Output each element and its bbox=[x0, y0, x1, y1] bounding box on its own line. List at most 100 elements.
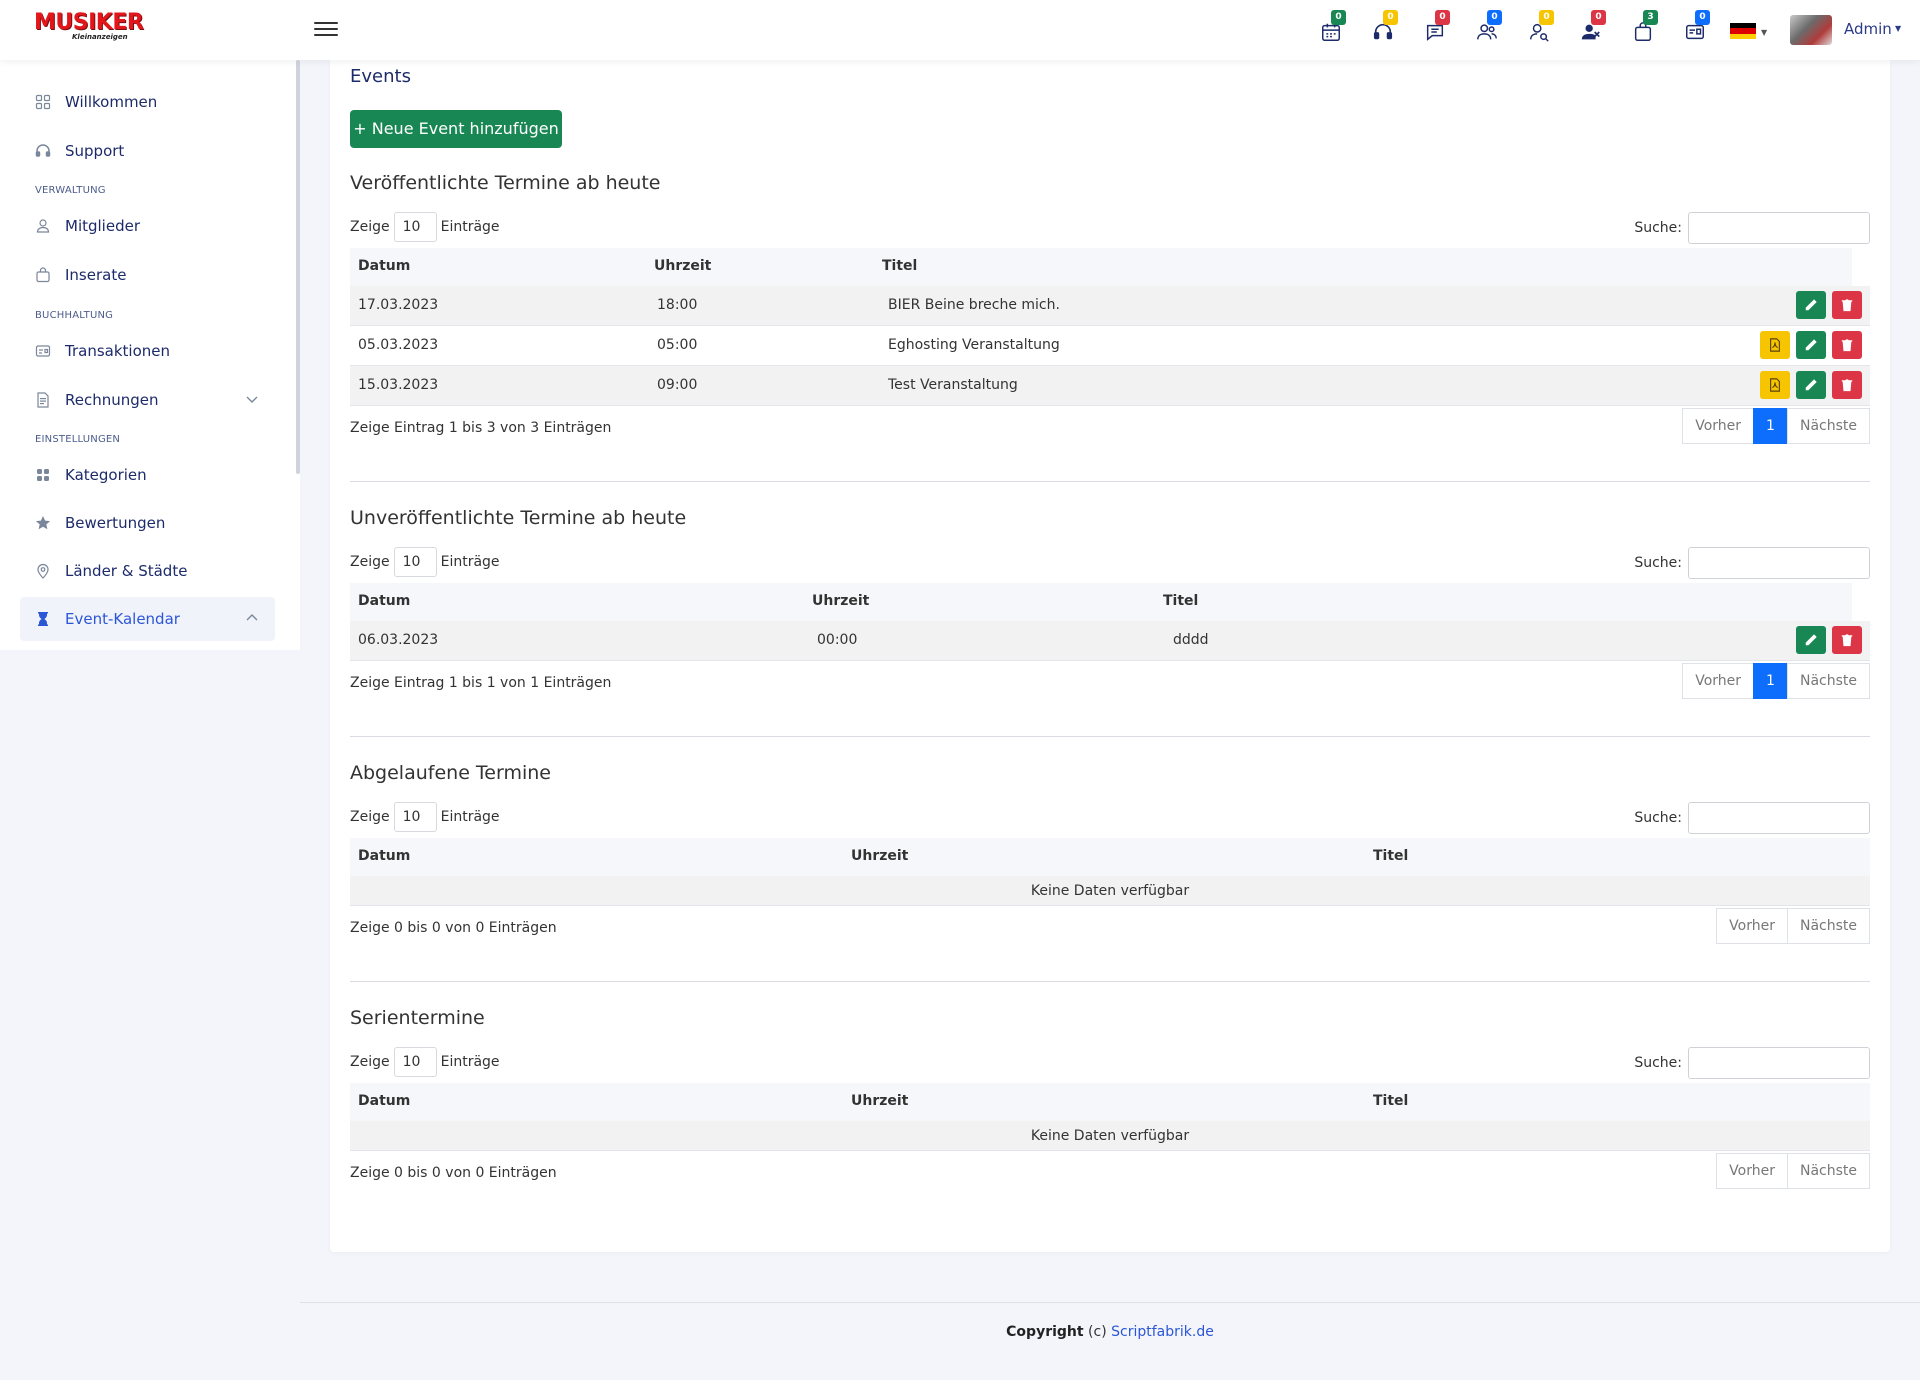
calendar-icon[interactable]: 0 bbox=[1314, 10, 1348, 46]
chevron-down-icon bbox=[246, 396, 258, 403]
user-menu-label[interactable]: Admin bbox=[1844, 20, 1892, 38]
page-length-select[interactable]: 10 bbox=[393, 547, 437, 577]
document-icon bbox=[34, 391, 52, 409]
column-header-date[interactable]: Datum bbox=[358, 848, 410, 864]
page-length-select[interactable]: 10 bbox=[393, 212, 437, 242]
sidebar-scrollbar[interactable] bbox=[296, 60, 300, 474]
search-input[interactable] bbox=[1688, 547, 1870, 579]
delete-button[interactable] bbox=[1832, 371, 1862, 399]
add-event-button[interactable]: + Neue Event hinzufügen bbox=[350, 110, 562, 148]
page-length-select[interactable]: 10 bbox=[393, 1047, 437, 1077]
column-header-time[interactable]: Uhrzeit bbox=[851, 1093, 908, 1109]
sidebar: Willkommen Support VERWALTUNG Mitglieder… bbox=[0, 60, 300, 650]
table-header: Datum Uhrzeit Titel bbox=[350, 583, 1852, 621]
search-control: Suche: bbox=[1634, 802, 1870, 834]
column-header-time[interactable]: Uhrzeit bbox=[851, 848, 908, 864]
pdf-button[interactable] bbox=[1760, 371, 1790, 399]
brand-logo[interactable]: MUSIKER Kleinanzeigen bbox=[34, 12, 146, 42]
bag-icon[interactable]: 3 bbox=[1626, 10, 1660, 46]
chat-icon[interactable]: 0 bbox=[1418, 10, 1452, 46]
edit-button[interactable] bbox=[1796, 626, 1826, 654]
edit-button[interactable] bbox=[1796, 291, 1826, 319]
headset-badge: 0 bbox=[1383, 10, 1398, 25]
sidebar-item-willkommen[interactable]: Willkommen bbox=[20, 80, 275, 124]
cell-title: BIER Beine breche mich. bbox=[888, 297, 1060, 313]
column-header-time[interactable]: Uhrzeit bbox=[654, 258, 711, 274]
column-header-title[interactable]: Titel bbox=[1373, 1093, 1408, 1109]
sidebar-item-label: Willkommen bbox=[65, 93, 158, 111]
pagination-next[interactable]: Nächste bbox=[1786, 1153, 1870, 1189]
row-actions bbox=[1790, 291, 1862, 319]
column-header-title[interactable]: Titel bbox=[1373, 848, 1408, 864]
pagination-prev[interactable]: Vorher bbox=[1716, 908, 1788, 944]
page-length-control: Zeige 10 Einträge bbox=[350, 212, 500, 242]
pagination-next[interactable]: Nächste bbox=[1786, 908, 1870, 944]
sidebar-item-laender-staedte[interactable]: Länder & Städte bbox=[20, 549, 275, 593]
edit-button[interactable] bbox=[1796, 331, 1826, 359]
edit-button[interactable] bbox=[1796, 371, 1826, 399]
delete-button[interactable] bbox=[1832, 291, 1862, 319]
sidebar-item-transaktionen[interactable]: Transaktionen bbox=[20, 329, 275, 373]
user-search-icon[interactable]: 0 bbox=[1522, 10, 1556, 46]
column-header-title[interactable]: Titel bbox=[1163, 593, 1198, 609]
trash-icon bbox=[1841, 299, 1853, 312]
sidebar-item-label: Mitglieder bbox=[65, 217, 140, 235]
pagination-prev[interactable]: Vorher bbox=[1682, 408, 1755, 444]
sidebar-item-label: Bewertungen bbox=[65, 514, 166, 532]
users-icon[interactable]: 0 bbox=[1470, 10, 1504, 46]
sidebar-section-label: EINSTELLUNGEN bbox=[35, 434, 121, 445]
menu-toggle-icon[interactable] bbox=[314, 19, 338, 41]
table-row: 06.03.2023 00:00 dddd bbox=[350, 621, 1870, 661]
pagination-next[interactable]: Nächste bbox=[1786, 408, 1870, 444]
sidebar-item-rechnungen[interactable]: Rechnungen bbox=[20, 378, 275, 422]
column-header-title[interactable]: Titel bbox=[882, 258, 917, 274]
language-caret-icon[interactable]: ▼ bbox=[1761, 28, 1767, 37]
table-row: 05.03.2023 05:00 Eghosting Veranstaltung bbox=[350, 326, 1870, 366]
cell-title: Test Veranstaltung bbox=[888, 377, 1018, 393]
search-input[interactable] bbox=[1688, 1047, 1870, 1079]
pagination-prev[interactable]: Vorher bbox=[1716, 1153, 1788, 1189]
length-label-entries: Einträge bbox=[440, 1054, 500, 1070]
sidebar-item-support[interactable]: Support bbox=[20, 129, 275, 173]
user-x-icon[interactable]: 0 bbox=[1574, 10, 1608, 46]
sidebar-item-event-kalendar[interactable]: Event-Kalendar bbox=[20, 597, 275, 641]
headset-icon[interactable]: 0 bbox=[1366, 10, 1400, 46]
footer-company-link[interactable]: Scriptfabrik.de bbox=[1111, 1324, 1214, 1340]
search-input[interactable] bbox=[1688, 802, 1870, 834]
sidebar-item-bewertungen[interactable]: Bewertungen bbox=[20, 501, 275, 545]
pdf-button[interactable] bbox=[1760, 331, 1790, 359]
pencil-icon bbox=[1805, 634, 1817, 646]
id-card-badge: 0 bbox=[1695, 10, 1710, 25]
search-control: Suche: bbox=[1634, 1047, 1870, 1079]
empty-table-message: Keine Daten verfügbar bbox=[350, 876, 1870, 906]
user-icon bbox=[34, 217, 52, 235]
trash-icon bbox=[1841, 634, 1853, 647]
pencil-icon bbox=[1805, 299, 1817, 311]
language-flag-icon[interactable] bbox=[1730, 23, 1756, 39]
column-header-date[interactable]: Datum bbox=[358, 1093, 410, 1109]
search-input[interactable] bbox=[1688, 212, 1870, 244]
user-menu-caret-icon[interactable]: ▼ bbox=[1895, 24, 1901, 33]
avatar[interactable] bbox=[1790, 15, 1832, 45]
pagination-next[interactable]: Nächste bbox=[1786, 663, 1870, 699]
pagination-page[interactable]: 1 bbox=[1753, 408, 1788, 444]
cell-time: 09:00 bbox=[657, 377, 698, 393]
bag-icon bbox=[34, 266, 52, 284]
delete-button[interactable] bbox=[1832, 626, 1862, 654]
search-label: Suche: bbox=[1634, 1055, 1682, 1071]
column-header-time[interactable]: Uhrzeit bbox=[812, 593, 869, 609]
footer: Copyright (c) Scriptfabrik.de bbox=[0, 1324, 1920, 1340]
cell-date: 17.03.2023 bbox=[358, 297, 439, 313]
empty-table-message: Keine Daten verfügbar bbox=[350, 1121, 1870, 1151]
pagination-prev[interactable]: Vorher bbox=[1682, 663, 1755, 699]
sidebar-item-kategorien[interactable]: Kategorien bbox=[20, 453, 275, 497]
column-header-date[interactable]: Datum bbox=[358, 593, 410, 609]
sidebar-item-mitglieder[interactable]: Mitglieder bbox=[20, 204, 275, 248]
column-header-date[interactable]: Datum bbox=[358, 258, 410, 274]
page-length-select[interactable]: 10 bbox=[393, 802, 437, 832]
sidebar-item-inserate[interactable]: Inserate bbox=[20, 253, 275, 297]
pagination-page[interactable]: 1 bbox=[1753, 663, 1788, 699]
hourglass-icon bbox=[34, 610, 52, 628]
id-card-icon[interactable]: 0 bbox=[1678, 10, 1712, 46]
delete-button[interactable] bbox=[1832, 331, 1862, 359]
